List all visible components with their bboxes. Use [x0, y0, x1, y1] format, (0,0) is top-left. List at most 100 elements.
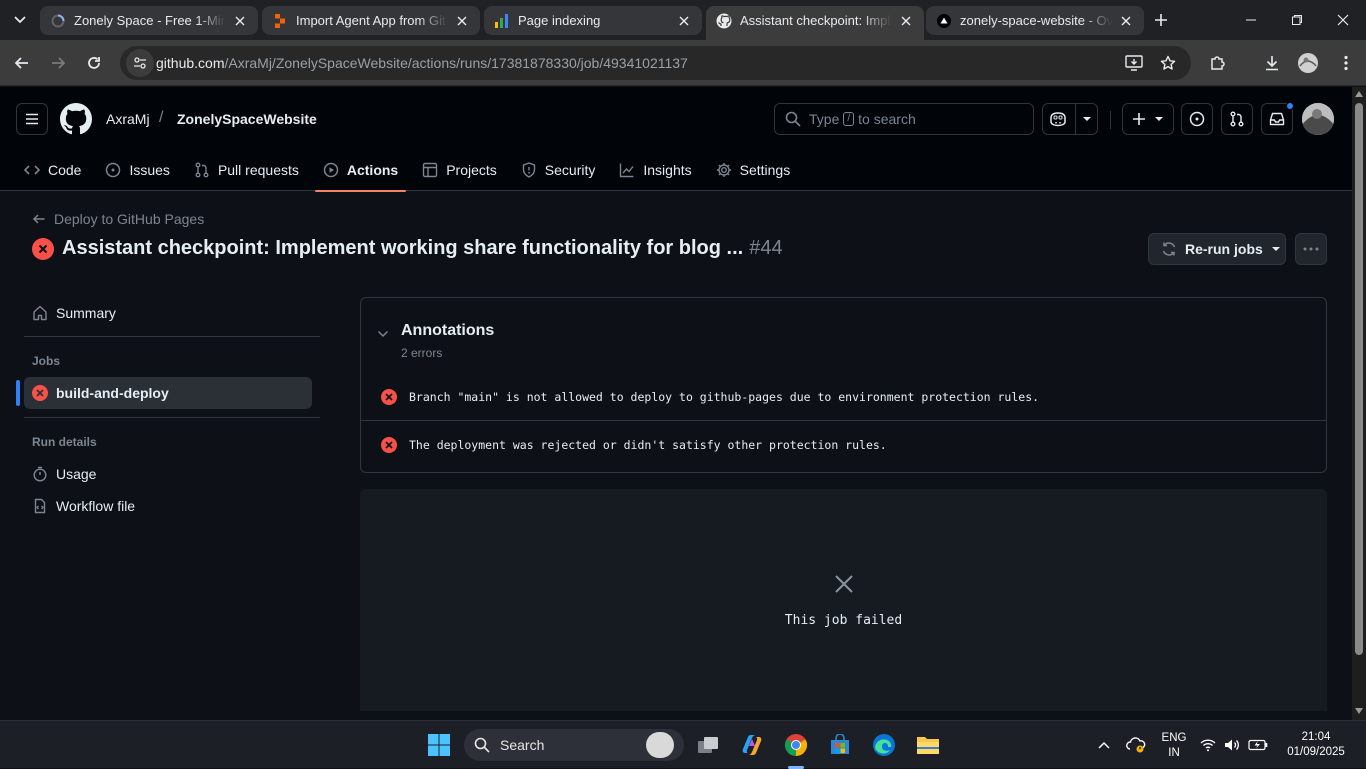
language-code: ENG: [1161, 732, 1187, 744]
reload-button[interactable]: [80, 49, 108, 77]
search-placeholder-suffix: to search: [858, 111, 916, 127]
chevron-down-icon[interactable]: [377, 330, 389, 338]
onedrive-status-button[interactable]: [1122, 729, 1150, 761]
install-app-icon[interactable]: [1120, 49, 1148, 77]
store-taskbar-button[interactable]: [824, 729, 856, 761]
user-avatar[interactable]: [1302, 103, 1334, 135]
battery-charging-icon: [1248, 739, 1268, 751]
close-tab-icon[interactable]: [898, 13, 914, 29]
tab-title: Zonely Space - Free 1-Minute: [74, 13, 226, 28]
downloads-button[interactable]: [1258, 49, 1286, 77]
browser-tab-zonely[interactable]: Zonely Space - Free 1-Minute: [40, 6, 258, 35]
pull-requests-button[interactable]: [1221, 103, 1253, 135]
profile-avatar-button[interactable]: [1294, 49, 1322, 77]
run-title: Assistant checkpoint: Implement working …: [32, 237, 783, 260]
avatar-image-icon: [1302, 103, 1334, 135]
search-shortcut-key: /: [843, 112, 855, 126]
annotation-message: The deployment was rejected or didn't sa…: [409, 438, 887, 452]
scroll-down-arrow-icon[interactable]: [1355, 708, 1363, 714]
tab-settings[interactable]: Settings: [708, 149, 799, 191]
site-info-icon[interactable]: [126, 49, 154, 77]
search-input[interactable]: Type / to search: [774, 103, 1034, 135]
copilot-icon: [742, 735, 762, 755]
minimize-button[interactable]: [1228, 0, 1274, 40]
tab-search-button[interactable]: [6, 8, 34, 32]
create-new-button[interactable]: [1122, 103, 1174, 135]
sidebar-item-workflow-file[interactable]: Workflow file: [24, 490, 312, 522]
shield-icon: [521, 162, 537, 178]
close-tab-icon[interactable]: [1118, 13, 1134, 29]
extensions-button[interactable]: [1204, 49, 1232, 77]
tab-actions[interactable]: Actions: [314, 149, 407, 192]
back-button[interactable]: [8, 49, 36, 77]
back-to-workflow-link[interactable]: Deploy to GitHub Pages: [32, 211, 204, 227]
tab-issues[interactable]: Issues: [97, 149, 177, 191]
re-run-jobs-button[interactable]: Re-run jobs: [1148, 233, 1286, 265]
triangle-down-icon[interactable]: [1082, 116, 1092, 122]
tab-title: zonely-space-website - Overview: [960, 13, 1112, 28]
tab-label: Issues: [129, 162, 170, 178]
search-placeholder: Type / to search: [809, 111, 916, 127]
file-explorer-taskbar-button[interactable]: [912, 729, 944, 761]
download-icon: [1266, 56, 1278, 71]
taskbar-search[interactable]: Search: [464, 729, 684, 761]
scrollbar-thumb[interactable]: [1355, 103, 1363, 655]
start-button[interactable]: [423, 729, 455, 761]
browser-tab-vercel[interactable]: zonely-space-website - Overview: [926, 6, 1144, 35]
issues-button[interactable]: [1181, 103, 1213, 135]
sidebar-item-usage[interactable]: Usage: [24, 458, 312, 490]
forward-button[interactable]: [44, 49, 72, 77]
restore-button[interactable]: [1274, 0, 1320, 40]
copilot-icon: [1049, 112, 1066, 127]
search-icon: [785, 111, 801, 127]
task-view-button[interactable]: [692, 729, 724, 761]
show-hidden-icons-button[interactable]: [1090, 729, 1118, 761]
address-bar[interactable]: github.com/AxraMj/ZonelySpaceWebsite/act…: [120, 46, 1191, 80]
open-navigation-button[interactable]: [16, 103, 48, 135]
close-tab-icon[interactable]: [232, 13, 248, 29]
kebab-menu-icon: [1344, 55, 1348, 71]
plus-icon: [1155, 14, 1167, 26]
close-tab-icon[interactable]: [454, 13, 470, 29]
tab-label: Security: [544, 162, 596, 178]
sidebar-item-build-and-deploy[interactable]: build-and-deploy: [24, 377, 312, 409]
git-pull-request-icon: [194, 162, 210, 178]
copilot-taskbar-button[interactable]: [736, 729, 768, 761]
tab-pull-requests[interactable]: Pull requests: [186, 149, 307, 191]
close-window-button[interactable]: [1320, 0, 1366, 40]
annotations-count: 2 errors: [401, 346, 443, 360]
breadcrumb-repo[interactable]: ZonelySpaceWebsite: [177, 111, 317, 127]
copilot-button[interactable]: [1042, 103, 1098, 135]
tab-projects[interactable]: Projects: [414, 149, 505, 191]
tab-security[interactable]: Security: [513, 149, 604, 191]
table-icon: [422, 162, 438, 178]
issue-opened-icon: [1189, 111, 1205, 127]
more-options-button[interactable]: [1295, 233, 1327, 265]
annotations-panel: Annotations 2 errors Branch "main" is no…: [360, 297, 1327, 473]
page-scrollbar[interactable]: [1352, 87, 1366, 720]
sidebar-item-summary[interactable]: Summary: [24, 297, 312, 329]
bookmark-star-icon[interactable]: [1154, 49, 1182, 77]
breadcrumb-separator: /: [159, 109, 164, 126]
issue-opened-icon: [105, 162, 121, 178]
clock[interactable]: 21:04 01/09/2025: [1278, 730, 1354, 760]
tab-code[interactable]: Code: [16, 149, 89, 191]
run-number: #44: [749, 237, 783, 259]
github-logo-icon[interactable]: [60, 103, 92, 135]
chrome-taskbar-button[interactable]: [780, 729, 812, 761]
breadcrumb-owner[interactable]: AxraMj: [106, 111, 150, 127]
browser-tab-replit[interactable]: Import Agent App from GitHub: [262, 6, 480, 35]
edge-taskbar-button[interactable]: [868, 729, 900, 761]
close-tab-icon[interactable]: [676, 13, 692, 29]
gear-icon: [716, 162, 732, 178]
quick-settings-button[interactable]: [1198, 729, 1270, 761]
browser-tab-github-active[interactable]: Assistant checkpoint: Implement: [706, 6, 924, 40]
search-console-icon: [494, 13, 510, 29]
browser-tab-page-indexing[interactable]: Page indexing: [484, 6, 702, 35]
tab-insights[interactable]: Insights: [611, 149, 699, 191]
browser-menu-button[interactable]: [1332, 49, 1360, 77]
input-language-indicator[interactable]: ENG IN: [1158, 731, 1190, 761]
scroll-up-arrow-icon[interactable]: [1355, 91, 1363, 97]
new-tab-button[interactable]: [1148, 8, 1174, 32]
x-icon: [834, 574, 854, 594]
